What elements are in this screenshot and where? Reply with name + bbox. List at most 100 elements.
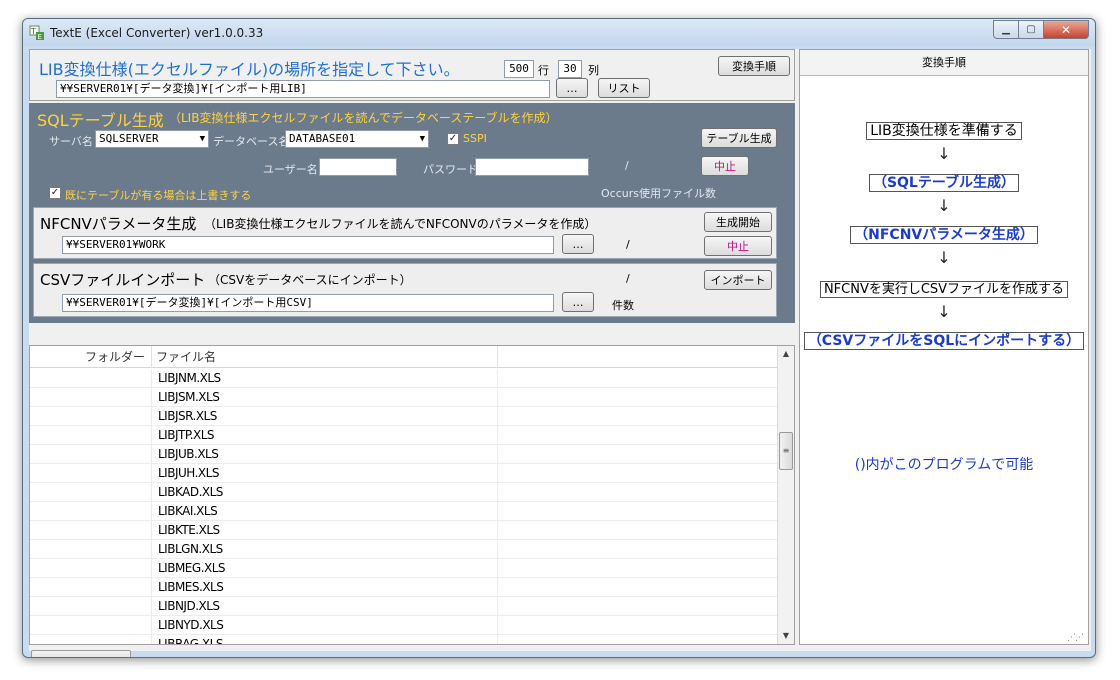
nfcnv-panel: NFCNVパラメータ生成 （LIB変換仕様エクセルファイルを読んでNFCONVの… — [33, 207, 777, 259]
folder-cell — [30, 426, 152, 445]
database-label: データベース名 — [213, 135, 290, 148]
table-row[interactable]: LIBJUB.XLS — [30, 445, 778, 464]
chevron-down-icon: ▼ — [419, 134, 425, 144]
import-button[interactable]: インポート — [704, 270, 772, 290]
list-header: フォルダー ファイル名 — [30, 346, 778, 368]
table-row[interactable]: LIBJSM.XLS — [30, 388, 778, 407]
csv-count-label: 件数 — [612, 299, 634, 312]
file-rows: LIBJNM.XLS LIBJSM.XLS LIBJSR.XLS LIBJTP.XLS… — [30, 369, 778, 644]
folder-cell — [30, 540, 152, 559]
folder-cell — [30, 521, 152, 540]
column-header-folder[interactable]: フォルダー — [30, 346, 152, 368]
folder-cell — [30, 483, 152, 502]
maximize-button[interactable]: ▢ — [1019, 20, 1044, 39]
filename-cell: LIBJSM.XLS — [152, 388, 498, 407]
server-value: SQLSERVER — [99, 132, 159, 145]
nfcnv-progress-slash: / — [626, 238, 630, 251]
filename-cell: LIBMEG.XLS — [152, 559, 498, 578]
table-row[interactable]: LIBJTP.XLS — [30, 426, 778, 445]
procedure-note: ()内がこのプログラムで可能 — [854, 457, 1034, 473]
sql-stop-button[interactable]: 中止 — [701, 156, 749, 176]
folder-cell — [30, 445, 152, 464]
nfcnv-browse-button[interactable]: … — [562, 234, 594, 254]
create-table-button[interactable]: テーブル生成 — [701, 128, 777, 148]
folder-cell — [30, 559, 152, 578]
sql-progress-slash: / — [625, 159, 629, 172]
list-button[interactable]: リスト — [598, 78, 650, 98]
step-prepare-lib: LIB変換仕様を準備する — [800, 120, 1088, 140]
lib-browse-button[interactable]: … — [556, 78, 588, 98]
table-row[interactable]: LIBMEG.XLS — [30, 559, 778, 578]
title-bar[interactable]: T E TextE (Excel Converter) ver1.0.0.33 … — [23, 19, 1095, 46]
procedure-panel: 変換手順 LIB変換仕様を準備する ↓ （SQLテーブル生成） ↓ （NFCNV… — [799, 49, 1089, 645]
overwrite-label: 既にテーブルが有る場合は上書きする — [65, 189, 252, 202]
nfcnv-path-input[interactable]: ¥¥SERVER01¥WORK — [62, 236, 554, 254]
csv-panel: CSVファイルインポート （CSVをデータベースにインポート） インポート / … — [33, 263, 777, 317]
scroll-thumb[interactable]: ≡ — [779, 432, 793, 470]
folder-cell — [30, 369, 152, 388]
table-row[interactable]: LIBNYD.XLS — [30, 616, 778, 635]
step-run-nfcnv: NFCNVを実行しCSVファイルを作成する — [800, 278, 1088, 298]
window-title: TextE (Excel Converter) ver1.0.0.33 — [50, 26, 264, 40]
arrow-down-icon: ↓ — [937, 144, 951, 163]
procedure-button[interactable]: 変換手順 — [718, 56, 790, 76]
minimize-button[interactable]: ▁ — [993, 20, 1019, 39]
procedure-header: 変換手順 — [800, 50, 1088, 76]
database-select[interactable]: DATABASE01 ▼ — [285, 130, 429, 148]
folder-cell — [30, 597, 152, 616]
svg-text:T: T — [30, 27, 36, 36]
filename-cell: LIBJUH.XLS — [152, 464, 498, 483]
column-header-filename[interactable]: ファイル名 — [152, 346, 498, 368]
arrow-down-icon: ↓ — [937, 248, 951, 267]
horizontal-scroll-thumb[interactable] — [31, 650, 131, 657]
scroll-down-icon[interactable]: ▼ — [778, 628, 794, 644]
table-row[interactable]: LIBRAG.XLS — [30, 635, 778, 644]
table-row[interactable]: LIBKAD.XLS — [30, 483, 778, 502]
nfcnv-start-button[interactable]: 生成開始 — [704, 212, 772, 232]
chevron-down-icon: ▼ — [199, 134, 205, 144]
rows-input[interactable]: 500 — [504, 60, 534, 78]
table-row[interactable]: LIBKTE.XLS — [30, 521, 778, 540]
table-row[interactable]: LIBJUH.XLS — [30, 464, 778, 483]
app-window: T E TextE (Excel Converter) ver1.0.0.33 … — [22, 18, 1096, 658]
user-input[interactable] — [319, 158, 397, 176]
arrow-down-icon: ↓ — [937, 196, 951, 215]
table-row[interactable]: LIBNJD.XLS — [30, 597, 778, 616]
step-csv-import: （CSVファイルをSQLにインポートする） — [800, 330, 1088, 350]
table-row[interactable]: LIBKAI.XLS — [30, 502, 778, 521]
sspi-label: SSPI — [463, 132, 487, 145]
server-label: サーバ名 — [49, 135, 93, 148]
table-row[interactable]: LIBMES.XLS — [30, 578, 778, 597]
nfcnv-description: （LIB変換仕様エクセルファイルを読んでNFCONVのパラメータを作成） — [204, 217, 597, 231]
folder-cell — [30, 616, 152, 635]
file-list[interactable]: フォルダー ファイル名 LIBJNM.XLS LIBJSM.XLS LIBJSR.X… — [29, 345, 795, 645]
csv-path-input[interactable]: ¥¥SERVER01¥[データ変換]¥[インポート用CSV] — [62, 294, 554, 312]
step-sql-table: （SQLテーブル生成） — [800, 172, 1088, 192]
overwrite-checkbox[interactable]: ✓ — [49, 187, 61, 199]
close-icon: ✕ — [1060, 22, 1072, 37]
vertical-scrollbar[interactable]: ▲ ≡ ▼ — [777, 346, 794, 644]
filename-cell: LIBJUB.XLS — [152, 445, 498, 464]
csv-browse-button[interactable]: … — [562, 292, 594, 312]
window-controls: ▁ ▢ ✕ — [993, 20, 1089, 39]
lib-path-input[interactable]: ¥¥SERVER01¥[データ変換]¥[インポート用LIB] — [56, 80, 550, 98]
resize-grip-icon[interactable]: ⋰⋰ — [1067, 633, 1084, 643]
scroll-up-icon[interactable]: ▲ — [778, 346, 794, 362]
nfcnv-stop-button[interactable]: 中止 — [704, 236, 772, 256]
lib-panel: LIB変換仕様(エクセルファイル)の場所を指定して下さい。 500 行 30 列… — [29, 49, 795, 101]
folder-cell — [30, 407, 152, 426]
cols-input[interactable]: 30 — [558, 60, 582, 78]
user-label: ユーザー名 — [263, 163, 318, 176]
table-row[interactable]: LIBLGN.XLS — [30, 540, 778, 559]
password-input[interactable] — [475, 158, 589, 176]
filename-cell: LIBLGN.XLS — [152, 540, 498, 559]
server-select[interactable]: SQLSERVER ▼ — [95, 130, 209, 148]
close-button[interactable]: ✕ — [1044, 20, 1089, 39]
table-row[interactable]: LIBJNM.XLS — [30, 369, 778, 388]
sspi-checkbox[interactable]: ✓ — [447, 133, 459, 145]
filename-cell: LIBKTE.XLS — [152, 521, 498, 540]
app-icon: T E — [29, 25, 44, 41]
filename-cell: LIBJSR.XLS — [152, 407, 498, 426]
filename-cell: LIBRAG.XLS — [152, 635, 498, 644]
table-row[interactable]: LIBJSR.XLS — [30, 407, 778, 426]
